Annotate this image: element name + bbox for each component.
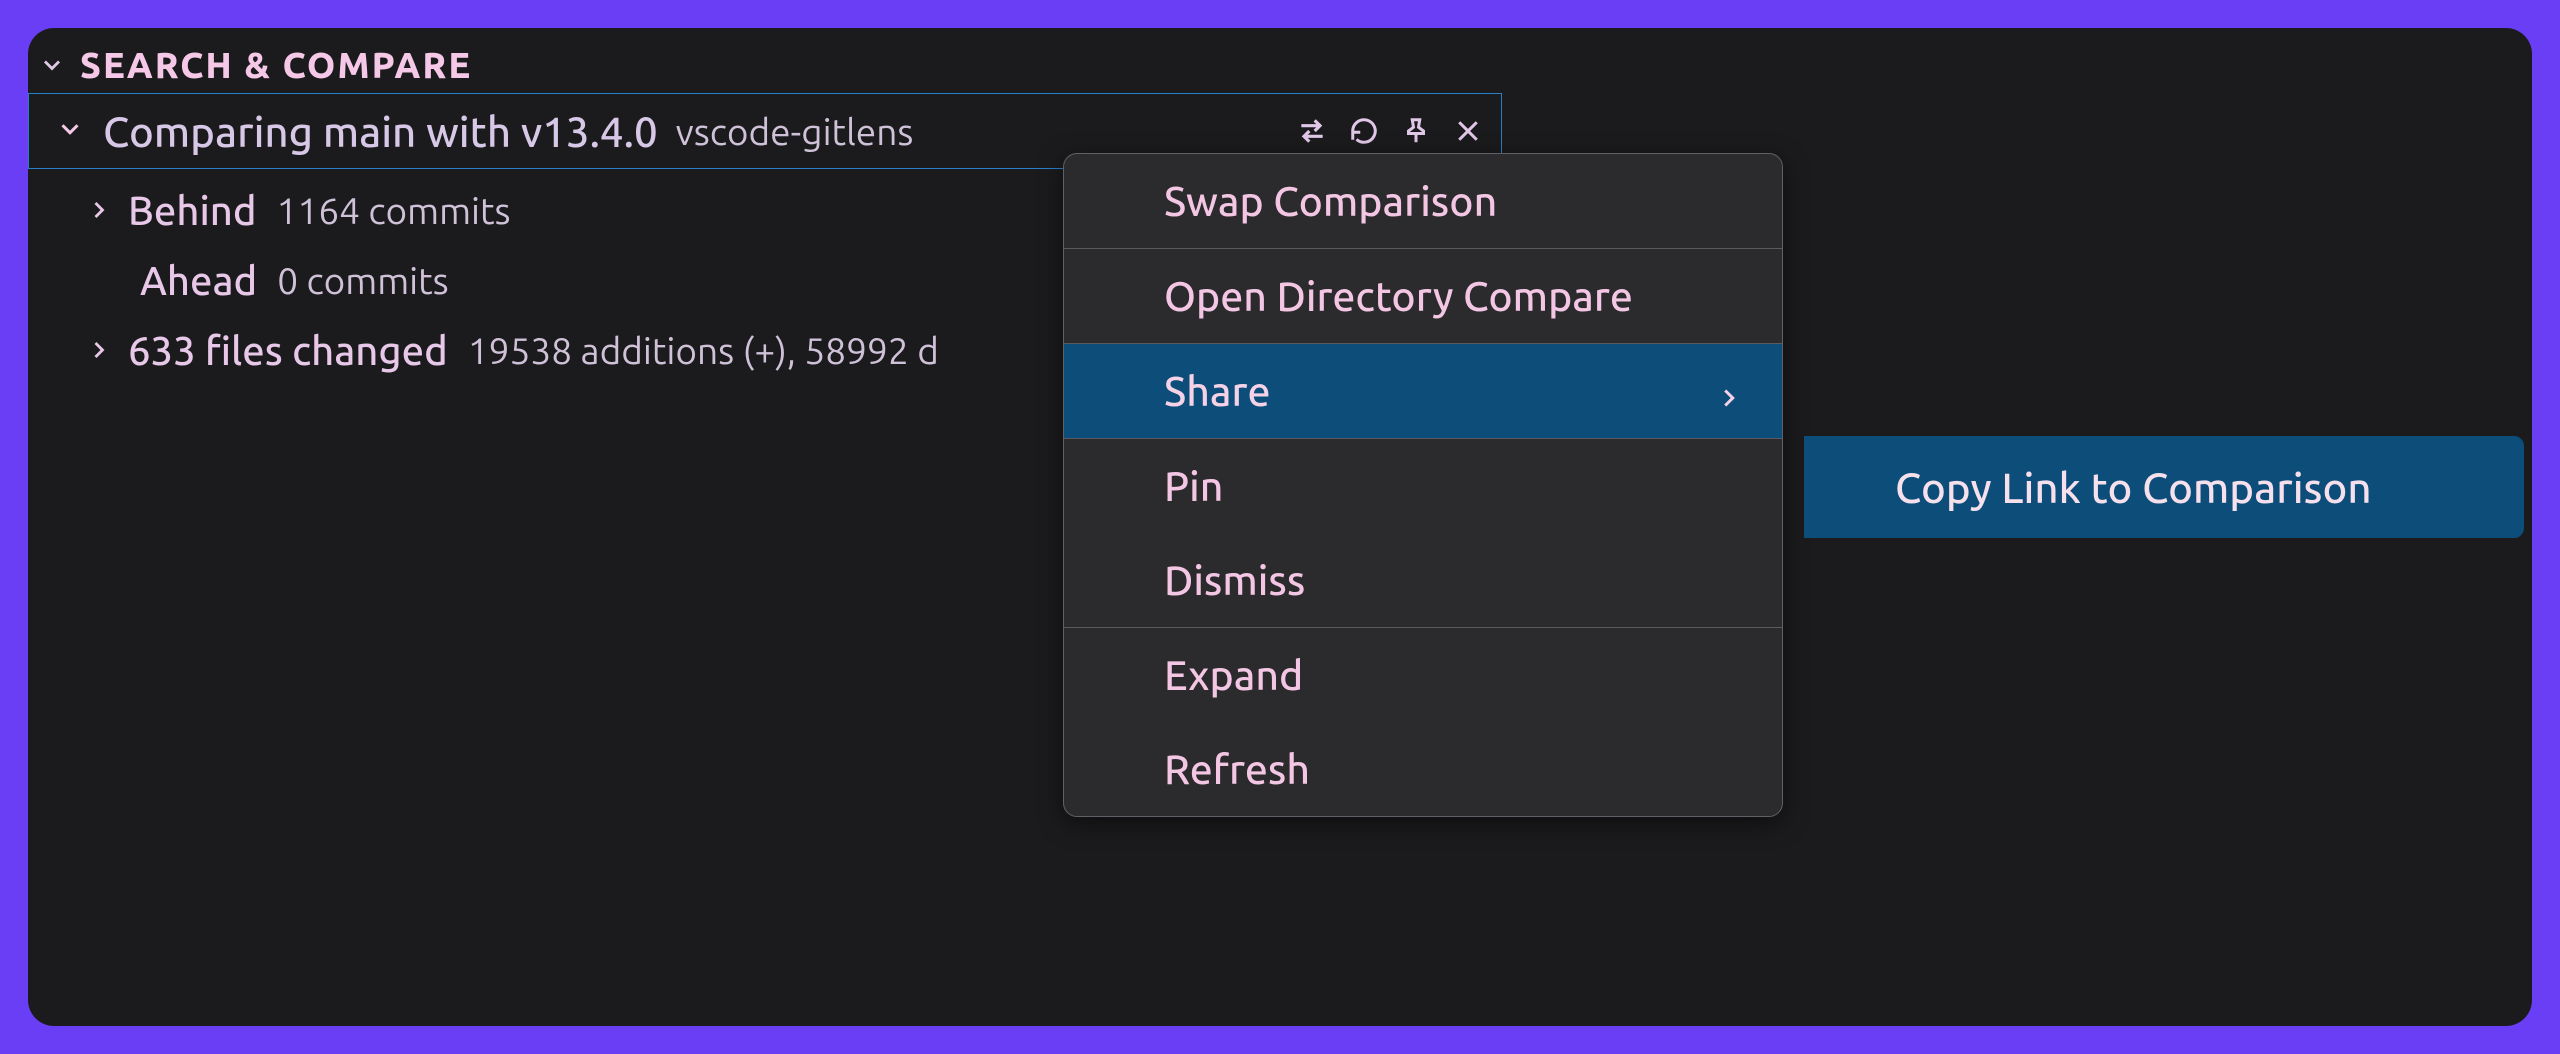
menu-item-label: Refresh — [1164, 746, 1310, 792]
menu-item-label: Open Directory Compare — [1164, 273, 1633, 319]
chevron-down-icon[interactable] — [38, 51, 66, 79]
menu-item-dismiss[interactable]: Dismiss — [1064, 533, 1782, 627]
menu-item-swap-comparison[interactable]: Swap Comparison — [1064, 154, 1782, 248]
menu-item-label: Expand — [1164, 652, 1303, 698]
panel-title: SEARCH & COMPARE — [80, 44, 472, 85]
tree-item-label: 633 files changed — [128, 328, 448, 373]
chevron-right-icon — [84, 195, 114, 225]
tree-item-label: Ahead — [140, 258, 257, 303]
menu-item-label: Copy Link to Comparison — [1895, 464, 2372, 511]
outer-frame: SEARCH & COMPARE Comparing main with v13… — [0, 0, 2560, 1054]
tree-item-detail: 19538 additions (+), 58992 d — [468, 330, 939, 371]
compare-label: Comparing main with v13.4.0 — [103, 108, 658, 155]
menu-item-refresh[interactable]: Refresh — [1064, 722, 1782, 816]
compare-actions — [1295, 114, 1485, 148]
swap-icon[interactable] — [1295, 114, 1329, 148]
share-submenu: Copy Link to Comparison — [1804, 436, 2524, 538]
menu-item-pin[interactable]: Pin — [1064, 439, 1782, 533]
menu-item-expand[interactable]: Expand — [1064, 628, 1782, 722]
menu-item-label: Pin — [1164, 463, 1223, 509]
tree-item-label: Behind — [128, 188, 256, 233]
menu-item-label: Dismiss — [1164, 557, 1305, 603]
compare-sublabel: vscode-gitlens — [676, 111, 914, 152]
context-menu: Swap Comparison Open Directory Compare S… — [1063, 153, 1783, 817]
refresh-icon[interactable] — [1347, 114, 1381, 148]
chevron-right-icon — [84, 335, 114, 365]
menu-item-label: Swap Comparison — [1164, 178, 1497, 224]
tree-item-detail: 0 commits — [277, 260, 449, 301]
panel-header: SEARCH & COMPARE — [28, 28, 2532, 93]
tree-item-detail: 1164 commits — [276, 190, 510, 231]
chevron-down-icon — [55, 114, 85, 148]
chevron-right-icon — [1714, 375, 1746, 407]
app-window: SEARCH & COMPARE Comparing main with v13… — [28, 28, 2532, 1026]
close-icon[interactable] — [1451, 114, 1485, 148]
menu-item-copy-link-to-comparison[interactable]: Copy Link to Comparison — [1805, 437, 2523, 537]
menu-item-label: Share — [1164, 368, 1271, 414]
menu-item-open-directory-compare[interactable]: Open Directory Compare — [1064, 249, 1782, 343]
pin-icon[interactable] — [1399, 114, 1433, 148]
menu-item-share[interactable]: Share — [1064, 344, 1782, 438]
